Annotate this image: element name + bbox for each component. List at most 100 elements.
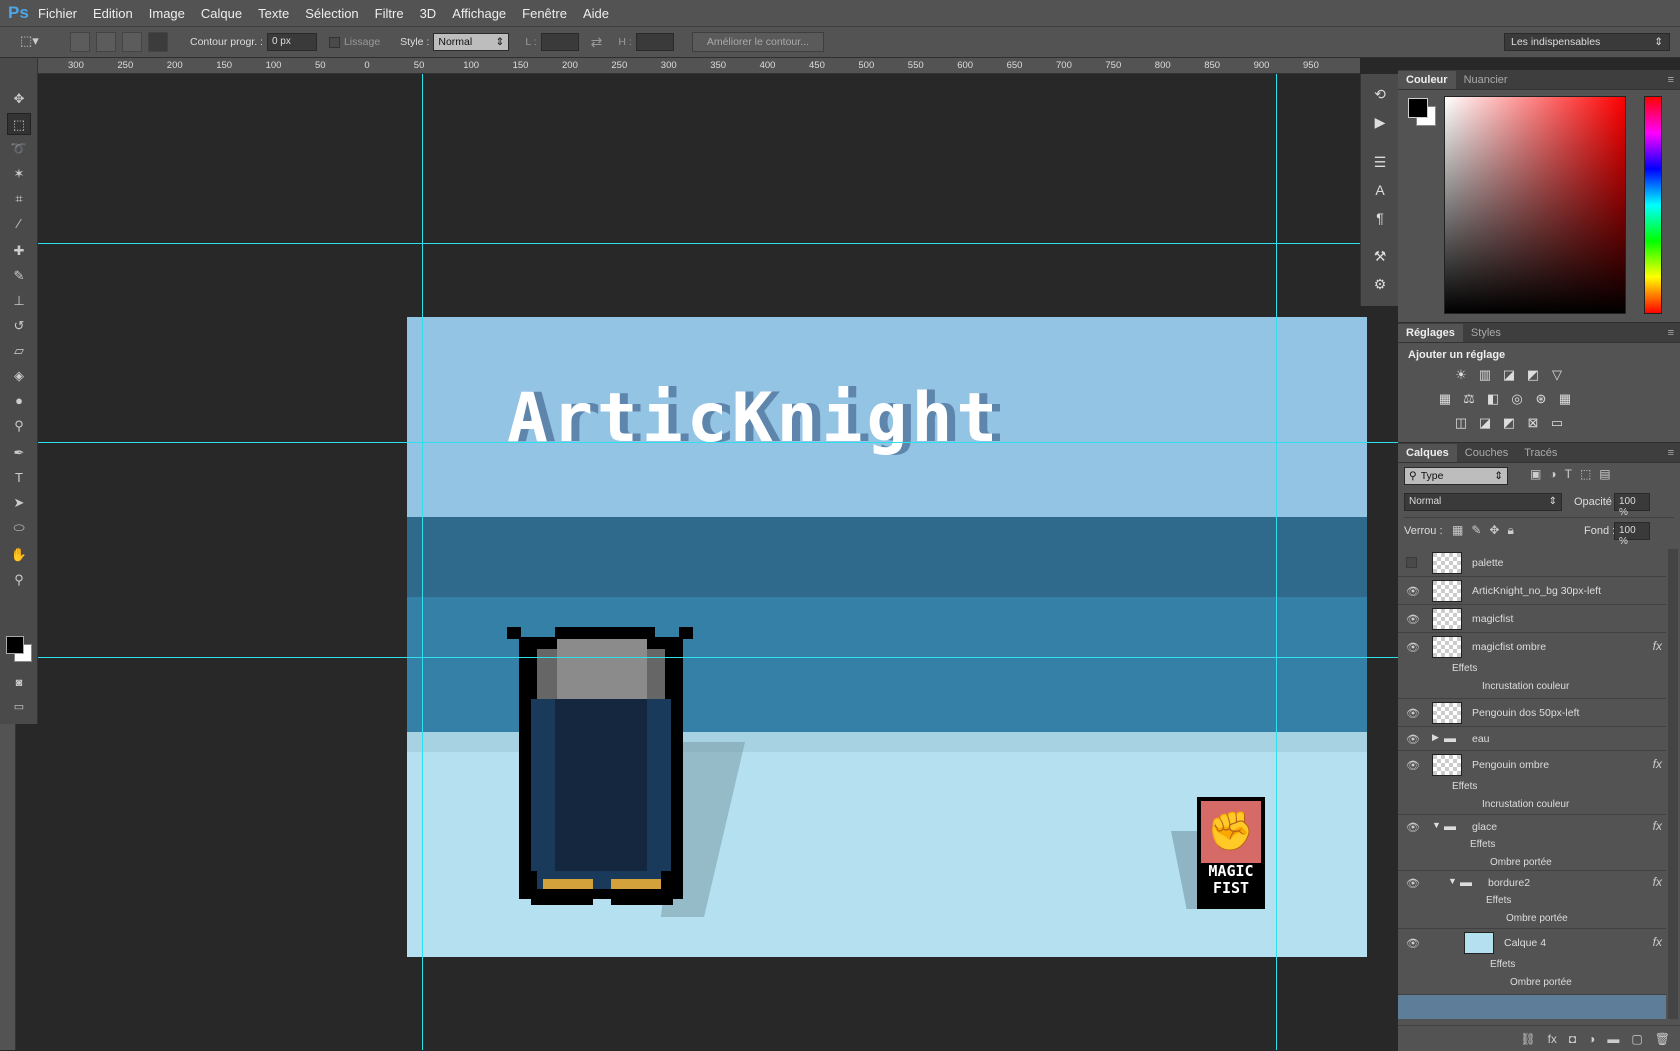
collapse-arrow-icon[interactable]: ▼ (1432, 820, 1441, 830)
menu-selection[interactable]: Sélection (305, 6, 358, 21)
lock-transparency-icon[interactable]: ▦ (1452, 523, 1463, 538)
collapse-arrow-icon[interactable]: ▼ (1448, 876, 1457, 886)
eye-icon[interactable]: 👁︎ (1406, 613, 1420, 626)
eye-icon[interactable]: 👁︎ (1406, 585, 1420, 598)
fill-input[interactable]: 100 % (1614, 522, 1650, 547)
eye-icon[interactable]: 👁︎ (1406, 759, 1420, 772)
visibility-toggle[interactable] (1406, 557, 1417, 568)
layer-row-selected[interactable] (1398, 995, 1666, 1019)
tab-couleur[interactable]: Couleur (1398, 71, 1456, 89)
actions-play-icon[interactable]: ▶ (1370, 112, 1390, 132)
levels-icon[interactable]: ▥ (1476, 367, 1494, 383)
blur-tool-icon[interactable]: ● (7, 390, 31, 412)
menu-edition[interactable]: Edition (93, 6, 133, 21)
lock-all-icon[interactable]: 🔒︎ (1507, 523, 1513, 538)
menu-3d[interactable]: 3D (420, 6, 437, 21)
feather-input[interactable]: 0 px (266, 33, 317, 51)
menu-filtre[interactable]: Filtre (375, 6, 404, 21)
fx-icon[interactable]: fx (1653, 875, 1662, 889)
history-brush-icon[interactable]: ↺ (7, 315, 31, 337)
refine-edge-button[interactable]: Améliorer le contour... (691, 32, 824, 52)
marquee-tool-icon[interactable]: ⬚ (7, 113, 31, 135)
hue-saturation-icon[interactable]: ▦ (1436, 391, 1454, 407)
layer-row[interactable]: 👁︎ Pengouin dos 50px-left (1398, 699, 1666, 727)
ellipse-tool-icon[interactable]: ⬭ (7, 517, 31, 539)
guide-vertical[interactable] (1276, 74, 1277, 1050)
menu-fenetre[interactable]: Fenêtre (522, 6, 567, 21)
menu-texte[interactable]: Texte (258, 6, 289, 21)
menu-affichage[interactable]: Affichage (452, 6, 506, 21)
subtract-selection-icon[interactable] (122, 32, 142, 52)
stamp-tool-icon[interactable]: ⊥ (7, 290, 31, 312)
black-white-icon[interactable]: ◧ (1484, 391, 1502, 407)
add-style-icon[interactable]: fx (1548, 1032, 1557, 1046)
filter-adjust-icon[interactable]: ◑ (1549, 467, 1556, 481)
exposure-icon[interactable]: ◩ (1524, 367, 1542, 383)
delete-layer-icon[interactable]: 🗑︎ (1655, 1032, 1670, 1046)
color-lookup-icon[interactable]: ▦ (1556, 391, 1574, 407)
filter-smart-icon[interactable]: ▤ (1599, 467, 1610, 481)
gradient-map-icon[interactable]: ▭ (1548, 415, 1566, 431)
new-group-icon[interactable]: ▬ (1607, 1032, 1619, 1046)
bucket-tool-icon[interactable]: ◈ (7, 365, 31, 387)
selective-color-icon[interactable]: ⊠ (1524, 415, 1542, 431)
add-mask-icon[interactable]: ◘ (1569, 1032, 1576, 1046)
menu-calque[interactable]: Calque (201, 6, 242, 21)
guide-horizontal[interactable] (38, 442, 1398, 443)
brush-tool-icon[interactable]: ✎ (7, 265, 31, 287)
eye-icon[interactable]: 👁︎ (1406, 877, 1420, 890)
height-input[interactable] (635, 33, 674, 51)
menu-fichier[interactable]: Fichier (38, 6, 77, 21)
lasso-tool-icon[interactable]: ➰ (7, 138, 31, 160)
tab-reglages[interactable]: Réglages (1398, 324, 1463, 342)
path-selection-icon[interactable]: ➤ (7, 492, 31, 514)
tab-couches[interactable]: Couches (1457, 444, 1516, 462)
opacity-input[interactable]: 100 % (1614, 493, 1650, 518)
brightness-icon[interactable]: ☀ (1452, 367, 1470, 383)
layer-filter-select[interactable]: ⚲ Type ⇕ (1404, 467, 1508, 485)
color-fg-swatch[interactable] (1408, 98, 1428, 118)
type-tool-icon[interactable]: T (7, 467, 31, 489)
lock-pixels-icon[interactable]: ✎ (1471, 523, 1481, 538)
eye-icon[interactable]: 👁︎ (1406, 821, 1420, 834)
color-picker-field[interactable] (1444, 96, 1626, 314)
posterize-icon[interactable]: ◪ (1476, 415, 1494, 431)
style-select[interactable]: Normal ⇕ (433, 33, 510, 51)
new-layer-icon[interactable]: ▢ (1631, 1032, 1642, 1046)
menu-aide[interactable]: Aide (583, 6, 609, 21)
filter-pixel-icon[interactable]: ▣ (1530, 467, 1541, 481)
tab-calques[interactable]: Calques (1398, 444, 1457, 462)
photo-filter-icon[interactable]: ◎ (1508, 391, 1526, 407)
zoom-tool-icon[interactable]: ⚲ (7, 569, 31, 591)
antialias-checkbox[interactable] (328, 36, 340, 48)
fx-icon[interactable]: fx (1653, 819, 1662, 833)
hue-slider[interactable] (1644, 96, 1662, 314)
layer-row[interactable]: 👁︎ magicfist (1398, 605, 1666, 633)
eye-icon[interactable]: 👁︎ (1406, 733, 1420, 746)
quick-mask-icon[interactable]: ◙ (7, 672, 31, 694)
layer-group-row[interactable]: 👁︎ ▶ ▬ eau (1398, 727, 1666, 751)
panel-menu-icon[interactable]: ≡ (1662, 444, 1680, 462)
fx-icon[interactable]: fx (1653, 757, 1662, 771)
menu-image[interactable]: Image (149, 6, 185, 21)
layer-row[interactable]: 👁︎ Calque 4 fx Effets Ombre portée (1398, 929, 1666, 995)
paragraph-icon[interactable]: ¶ (1370, 208, 1390, 228)
layer-row[interactable]: 👁︎ ArticKnight_no_bg 30px-left (1398, 577, 1666, 605)
eyedropper-icon[interactable]: ⁄ (7, 213, 31, 235)
eraser-tool-icon[interactable]: ▱ (7, 340, 31, 362)
brush-presets-icon[interactable]: ⚒ (1370, 246, 1390, 266)
dodge-tool-icon[interactable]: ⚲ (7, 415, 31, 437)
hand-tool-icon[interactable]: ✋ (7, 544, 31, 566)
foreground-color-swatch[interactable] (6, 636, 24, 654)
threshold-icon[interactable]: ◩ (1500, 415, 1518, 431)
workspace-select[interactable]: Les indispensables ⇕ (1504, 33, 1670, 51)
tab-traces[interactable]: Tracés (1516, 444, 1565, 462)
filter-shape-icon[interactable]: ⬚ (1580, 467, 1591, 481)
intersect-selection-icon[interactable] (148, 32, 168, 52)
crop-tool-icon[interactable]: ⌗ (7, 188, 31, 210)
curves-icon[interactable]: ◪ (1500, 367, 1518, 383)
filter-type-icon[interactable]: T (1565, 467, 1572, 481)
vibrance-icon[interactable]: ▽ (1548, 367, 1566, 383)
layer-group-row[interactable]: 👁︎ ▼ ▬ glace fx Effets Ombre portée (1398, 815, 1666, 871)
panel-menu-icon[interactable]: ≡ (1662, 71, 1680, 89)
